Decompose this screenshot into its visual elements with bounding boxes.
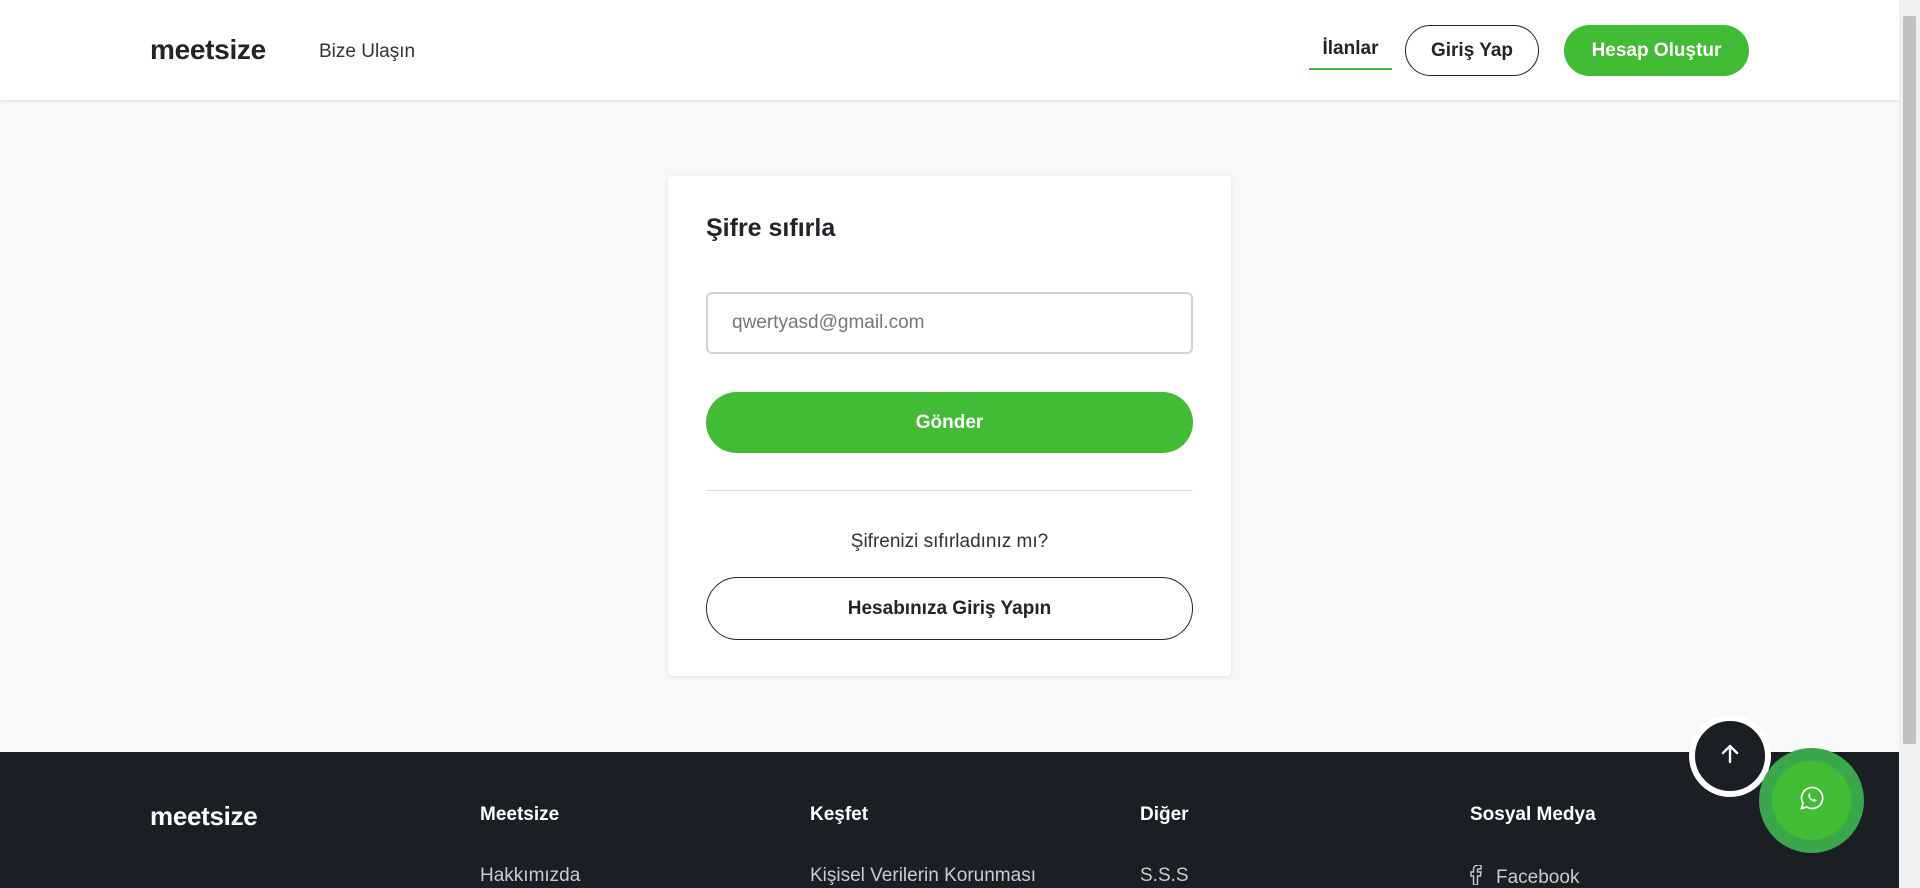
footer-link-facebook[interactable]: Facebook (1470, 864, 1596, 888)
site-logo[interactable]: meetsize (150, 34, 266, 66)
arrow-up-icon (1718, 742, 1742, 771)
facebook-icon (1470, 864, 1482, 888)
footer-column-explore: Keşfet Kişisel Verilerin Korunması (810, 804, 1036, 887)
send-button[interactable]: Gönder (706, 392, 1193, 453)
footer-column-title: Sosyal Medya (1470, 804, 1596, 825)
footer-column-social: Sosyal Medya Facebook (1470, 804, 1596, 888)
login-button[interactable]: Giriş Yap (1405, 25, 1539, 76)
whatsapp-button-inner (1772, 761, 1851, 840)
scroll-to-top-button[interactable] (1689, 715, 1771, 797)
site-header: meetsize Bize Ulaşın İlanlar Giriş Yap H… (0, 0, 1899, 100)
footer-link-about[interactable]: Hakkımızda (480, 865, 580, 887)
register-button[interactable]: Hesap Oluştur (1564, 25, 1749, 76)
divider (706, 490, 1193, 491)
card-title: Şifre sıfırla (706, 214, 836, 242)
scrollbar-thumb[interactable] (1903, 16, 1916, 744)
footer-column-meetsize: Meetsize Hakkımızda (480, 804, 580, 887)
footer-link-privacy[interactable]: Kişisel Verilerin Korunması (810, 865, 1036, 887)
facebook-label: Facebook (1496, 867, 1580, 888)
whatsapp-icon (1799, 785, 1825, 816)
footer-column-title: Diğer (1140, 804, 1189, 825)
account-login-button[interactable]: Hesabınıza Giriş Yapın (706, 577, 1193, 640)
whatsapp-button[interactable] (1759, 748, 1864, 853)
reset-password-card: Şifre sıfırla Gönder Şifrenizi sıfırladı… (668, 176, 1231, 676)
footer-column-title: Meetsize (480, 804, 560, 825)
page-scrollbar[interactable] (1899, 0, 1920, 888)
email-input[interactable] (706, 292, 1193, 354)
nav-contact-link[interactable]: Bize Ulaşın (319, 41, 415, 63)
nav-listings-link[interactable]: İlanlar (1309, 38, 1392, 70)
footer-logo[interactable]: meetsize (150, 801, 258, 832)
site-footer: meetsize Meetsize Hakkımızda Keşfet Kişi… (0, 752, 1899, 888)
footer-link-faq[interactable]: S.S.S (1140, 865, 1189, 887)
footer-column-title: Keşfet (810, 804, 869, 825)
footer-column-other: Diğer S.S.S (1140, 804, 1189, 887)
reset-question-text: Şifrenizi sıfırladınız mı? (850, 531, 1049, 552)
